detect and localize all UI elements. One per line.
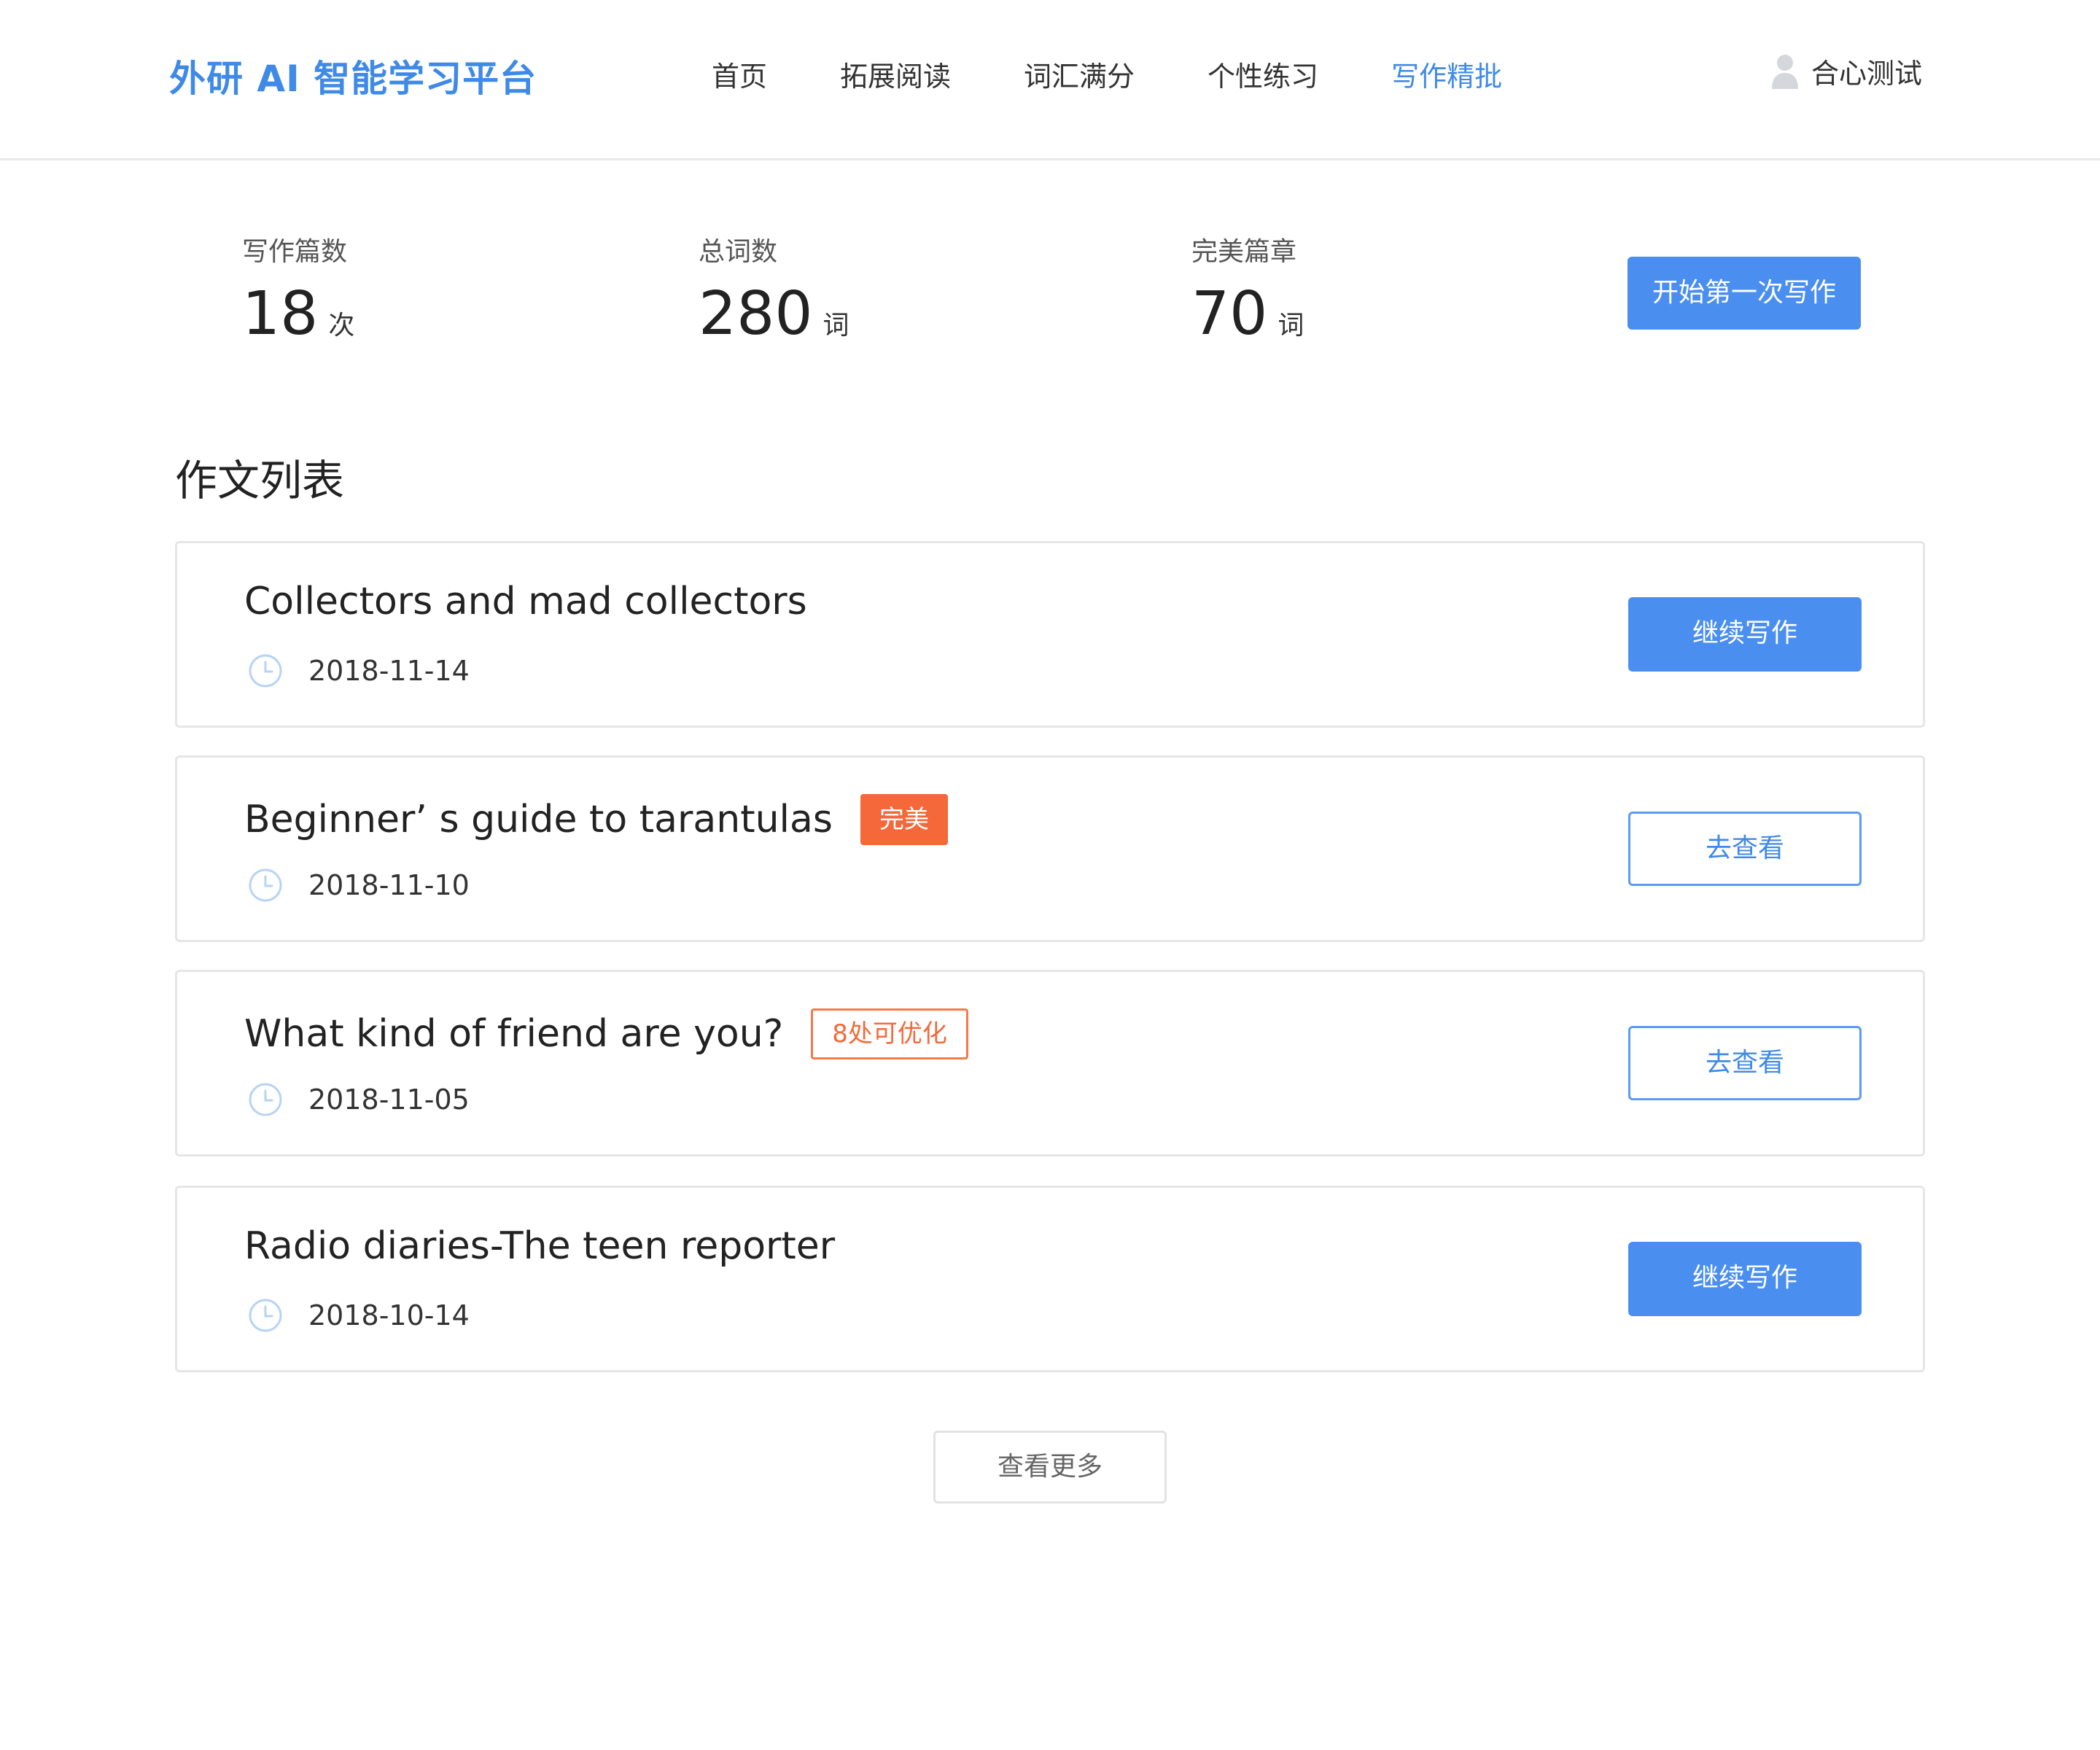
continue-writing-button[interactable]: 继续写作	[1628, 597, 1862, 672]
essay-card: Radio diaries-The teen reporter 2018-10-…	[175, 1186, 1925, 1372]
perfect-badge: 完美	[860, 794, 948, 845]
essay-card: Collectors and mad collectors 2018-11-14…	[175, 541, 1925, 728]
brand-logo[interactable]: 外研 AI 智能学习平台	[169, 50, 537, 102]
stat-label: 完美篇章	[1191, 237, 1297, 267]
nav-item-writing[interactable]: 写作精批	[1391, 54, 1502, 94]
essay-title[interactable]: Beginner’ s guide to tarantulas	[244, 798, 833, 841]
load-more-button[interactable]: 查看更多	[933, 1431, 1167, 1504]
stat-perfect-essays: 完美篇章 70 词	[1191, 230, 1304, 344]
main-nav: 首页 拓展阅读 词汇满分 个性练习 写作精批	[712, 54, 1575, 94]
stat-label: 写作篇数	[242, 237, 348, 267]
section-title: 作文列表	[175, 456, 345, 505]
stat-essay-count: 写作篇数 18 次	[242, 230, 354, 344]
essay-date: 2018-11-10	[308, 869, 470, 901]
stat-unit: 次	[328, 311, 355, 341]
nav-item-practice[interactable]: 个性练习	[1208, 54, 1318, 94]
view-essay-button[interactable]: 去查看	[1628, 812, 1862, 886]
essay-date: 2018-11-05	[308, 1084, 470, 1116]
essay-title[interactable]: Collectors and mad collectors	[244, 580, 807, 623]
top-header: 外研 AI 智能学习平台 首页 拓展阅读 词汇满分 个性练习 写作精批 合心测试	[0, 0, 2100, 160]
continue-writing-button[interactable]: 继续写作	[1628, 1242, 1862, 1316]
essay-date: 2018-11-14	[308, 655, 470, 687]
essay-date: 2018-10-14	[308, 1299, 470, 1331]
stat-label: 总词数	[699, 237, 778, 267]
view-essay-button[interactable]: 去查看	[1628, 1026, 1862, 1100]
stat-total-words: 总词数 280 词	[699, 230, 849, 344]
essay-title[interactable]: Radio diaries-The teen reporter	[244, 1224, 835, 1268]
clock-icon	[249, 1299, 282, 1332]
user-menu[interactable]: 合心测试	[1770, 51, 1922, 91]
user-name: 合心测试	[1811, 58, 1923, 90]
stat-unit: 词	[1278, 311, 1304, 341]
clock-icon	[249, 654, 282, 688]
stat-value: 18	[242, 279, 319, 349]
essay-card: Beginner’ s guide to tarantulas 完美 2018-…	[175, 755, 1925, 942]
nav-item-home[interactable]: 首页	[712, 54, 767, 94]
essay-title[interactable]: What kind of friend are you?	[244, 1012, 783, 1056]
essay-card: What kind of friend are you? 8处可优化 2018-…	[175, 970, 1925, 1156]
stat-unit: 词	[822, 311, 849, 341]
optimization-badge: 8处可优化	[811, 1008, 968, 1059]
clock-icon	[249, 868, 282, 902]
start-writing-button[interactable]: 开始第一次写作	[1628, 257, 1861, 330]
nav-item-vocabulary[interactable]: 词汇满分	[1024, 54, 1135, 94]
nav-item-extended-reading[interactable]: 拓展阅读	[840, 54, 951, 94]
user-icon	[1772, 54, 1798, 89]
stat-value: 70	[1191, 279, 1268, 349]
clock-icon	[249, 1083, 282, 1116]
stat-value: 280	[699, 279, 813, 349]
